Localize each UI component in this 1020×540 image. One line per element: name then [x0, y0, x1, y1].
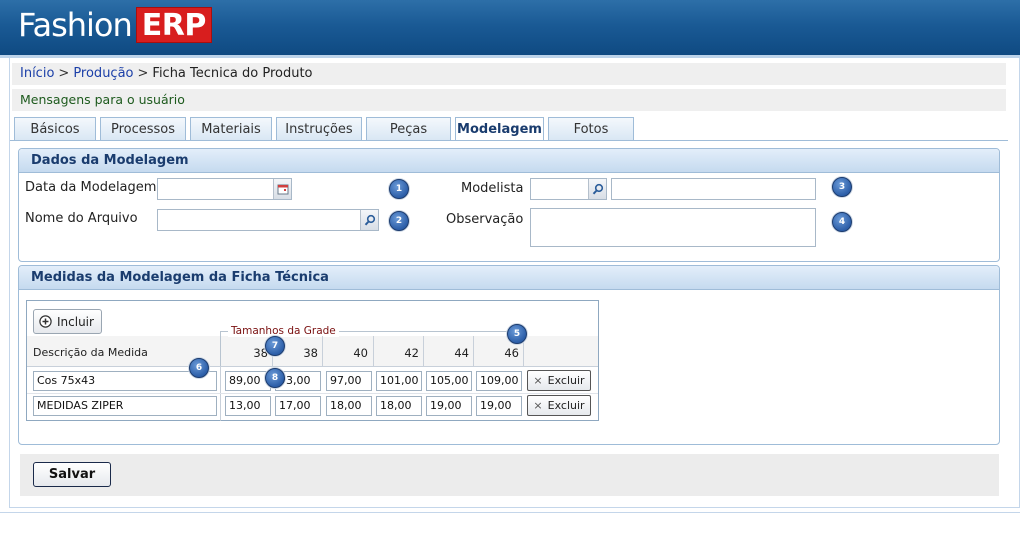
tab-bar: Básicos Processos Materiais Instruções P…: [14, 117, 638, 141]
marker-6: 6: [189, 358, 209, 378]
size-header: 46: [504, 346, 519, 360]
search-icon[interactable]: [360, 210, 378, 230]
nome-arquivo-input[interactable]: [157, 209, 379, 231]
logo-badge: ERP: [135, 7, 212, 43]
tab-modelagem[interactable]: Modelagem: [455, 117, 544, 141]
tab-basicos[interactable]: Básicos: [14, 117, 96, 140]
delete-x-icon: ×: [533, 399, 543, 412]
measure-input[interactable]: 17,00: [275, 396, 321, 416]
dados-modelagem-panel: Dados da Modelagem: [18, 148, 1000, 262]
excluir-button[interactable]: × Excluir: [527, 395, 591, 416]
salvar-button[interactable]: Salvar: [33, 462, 111, 487]
marker-4: 4: [832, 212, 852, 232]
measure-input[interactable]: 101,00: [376, 371, 422, 391]
measure-input[interactable]: 18,00: [326, 396, 372, 416]
size-header: 44: [454, 346, 469, 360]
add-icon: [39, 315, 52, 328]
dados-modelagem-title: Dados da Modelagem: [19, 149, 999, 173]
size-header: 40: [353, 346, 368, 360]
logo-text: Fashion: [18, 6, 133, 44]
medidas-title: Medidas da Modelagem da Ficha Técnica: [19, 266, 999, 290]
tab-processos[interactable]: Processos: [100, 117, 186, 140]
observacao-textarea[interactable]: [530, 208, 816, 247]
calendar-icon[interactable]: [273, 179, 291, 199]
measure-input[interactable]: 19,00: [476, 396, 522, 416]
row-divider: [27, 393, 598, 394]
breadcrumb-current: Ficha Tecnica do Produto: [152, 66, 313, 81]
breadcrumb: Início > Produção > Ficha Tecnica do Produto: [12, 63, 1006, 85]
incluir-button[interactable]: Incluir: [33, 309, 102, 334]
breadcrumb-separator: >: [137, 66, 149, 81]
nome-arquivo-label: Nome do Arquivo: [25, 211, 138, 226]
marker-7: 7: [265, 336, 285, 356]
modelista-name-input[interactable]: [611, 178, 816, 200]
footer-divider: [0, 512, 1020, 513]
excluir-label: Excluir: [547, 399, 585, 412]
marker-3: 3: [832, 177, 852, 197]
measure-input[interactable]: 19,00: [426, 396, 472, 416]
measure-input[interactable]: 89,00: [225, 371, 271, 391]
marker-8: 8: [265, 368, 285, 388]
descricao-input[interactable]: MEDIDAS ZIPER: [33, 396, 217, 416]
tab-materiais[interactable]: Materiais: [190, 117, 272, 140]
observacao-label: Observação: [446, 212, 524, 227]
measure-input[interactable]: 109,00: [476, 371, 522, 391]
tab-fotos[interactable]: Fotos: [548, 117, 634, 140]
descricao-input[interactable]: Cos 75x43: [33, 371, 217, 391]
breadcrumb-home-link[interactable]: Início: [20, 66, 54, 81]
row-divider: [27, 366, 598, 367]
tab-pecas[interactable]: Peças: [366, 117, 451, 140]
tabs-underline: [10, 140, 1008, 141]
measure-input[interactable]: 105,00: [426, 371, 472, 391]
data-modelagem-label: Data da Modelagem: [25, 180, 157, 195]
app-header: Fashion ERP: [0, 0, 1020, 55]
incluir-label: Incluir: [57, 314, 94, 329]
fashion-erp-logo: Fashion ERP: [18, 7, 212, 43]
breadcrumb-producao-link[interactable]: Produção: [73, 66, 133, 81]
marker-5: 5: [507, 324, 527, 344]
measure-input[interactable]: 18,00: [376, 396, 422, 416]
descricao-medida-header: Descrição da Medida: [33, 346, 148, 359]
breadcrumb-separator: >: [58, 66, 70, 81]
excluir-label: Excluir: [547, 374, 585, 387]
marker-1: 1: [389, 179, 409, 199]
excluir-button[interactable]: × Excluir: [527, 370, 591, 391]
data-modelagem-input[interactable]: [157, 178, 292, 200]
user-messages: Mensagens para o usuário: [12, 89, 1006, 111]
measure-input[interactable]: 97,00: [326, 371, 372, 391]
modelista-label: Modelista: [461, 181, 524, 196]
delete-x-icon: ×: [533, 374, 543, 387]
marker-2: 2: [389, 211, 409, 231]
measure-input[interactable]: 13,00: [225, 396, 271, 416]
size-header: 42: [404, 346, 419, 360]
size-header: 38: [253, 346, 268, 360]
search-icon[interactable]: [588, 179, 606, 199]
tab-instrucoes[interactable]: Instruções: [276, 117, 362, 140]
save-bar: [20, 454, 999, 496]
